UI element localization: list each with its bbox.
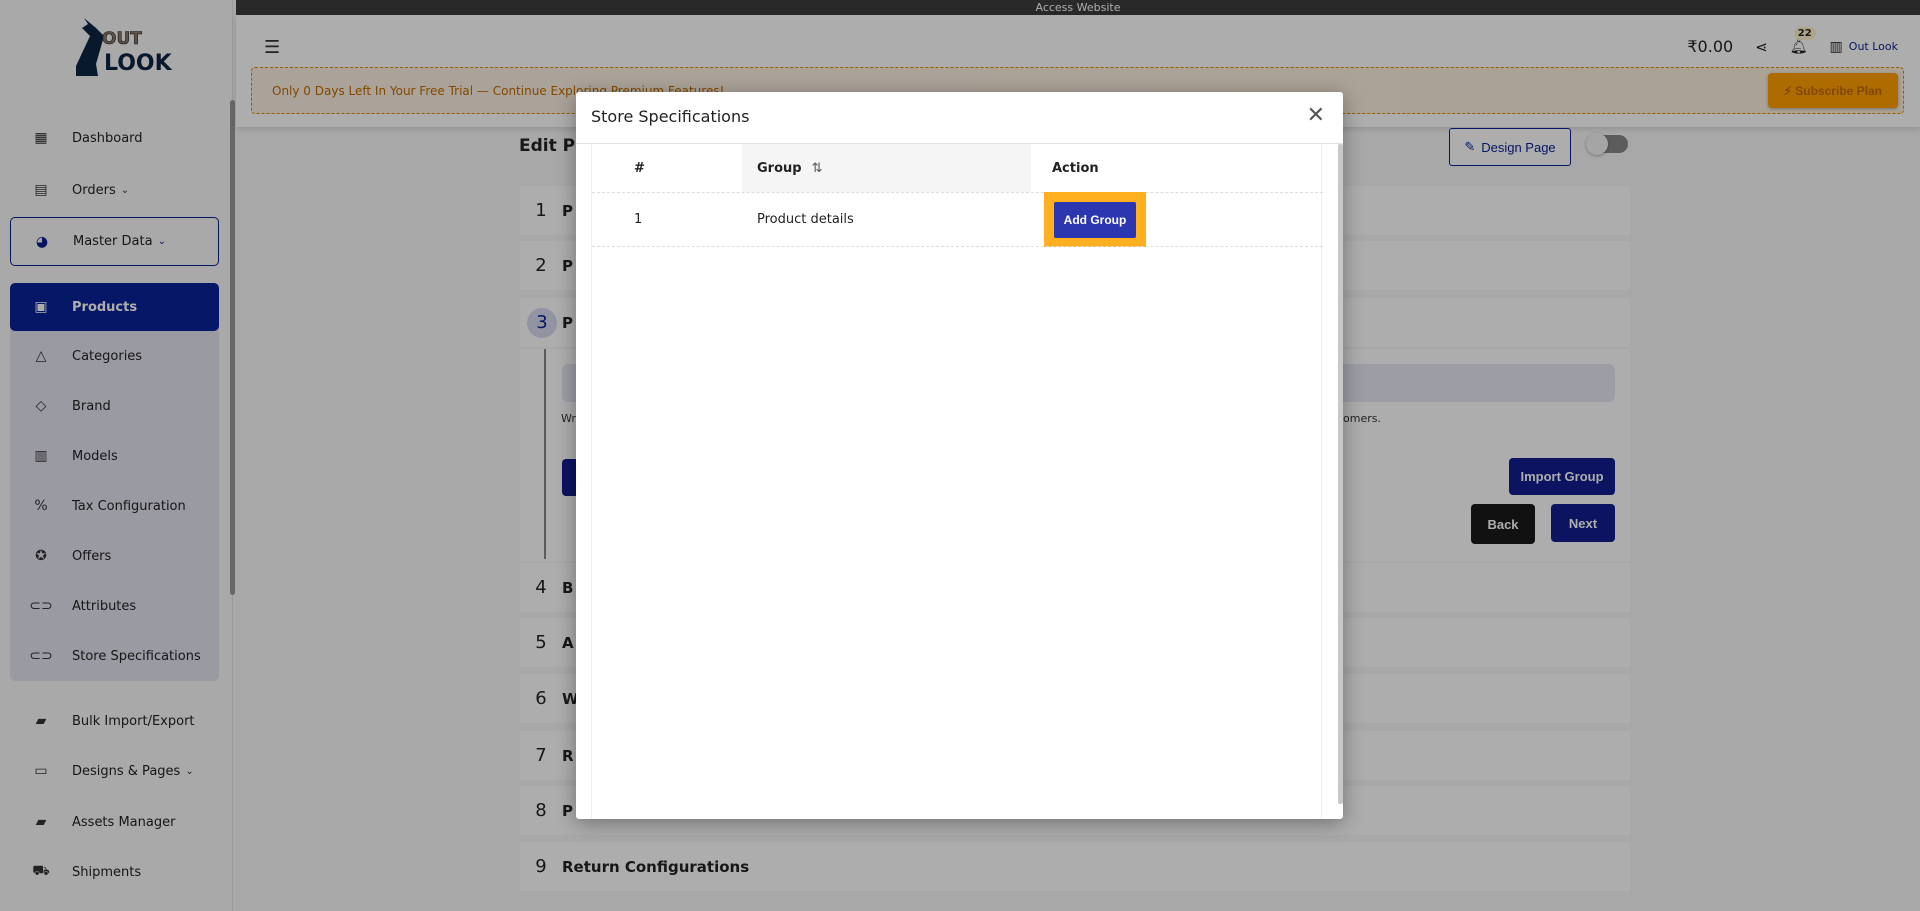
row-divider (592, 246, 1323, 247)
modal-scrollbar[interactable] (1338, 144, 1343, 804)
row-divider (592, 192, 1323, 193)
close-icon[interactable]: ✕ (1307, 102, 1325, 128)
row-group: Product details (757, 211, 854, 227)
add-group-button[interactable]: Add Group (1054, 201, 1136, 238)
column-header-index: # (634, 160, 645, 176)
row-index: 1 (634, 211, 643, 227)
sort-icon[interactable]: ⇅ (812, 161, 823, 176)
store-specifications-modal: Store Specifications ✕ # Group ⇅ Action 1… (576, 92, 1343, 819)
column-header-action: Action (1052, 160, 1099, 176)
column-header-group[interactable]: Group ⇅ (757, 144, 822, 192)
modal-title: Store Specifications (591, 107, 750, 126)
specifications-table: # Group ⇅ Action 1 Product details Add Gr… (591, 144, 1323, 819)
highlight-box: Add Group (1044, 192, 1146, 247)
